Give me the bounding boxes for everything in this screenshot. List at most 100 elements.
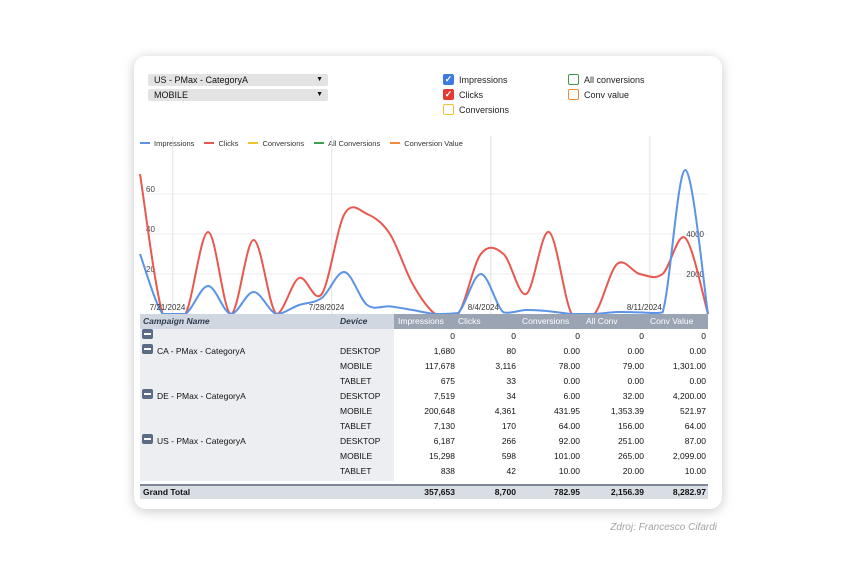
cell-conversions: 0.00 [563,346,580,356]
y-tick-right: 4000 [686,230,704,239]
x-tick-label: 7/21/2024 [150,303,186,312]
cell-device: DESKTOP [340,436,381,446]
table-row: 0 0 0 0 0 [140,329,708,344]
cell-impressions: 7,130 [433,421,455,431]
cell-conv-value: 0.00 [689,376,706,386]
cell-impressions: 675 [440,376,455,386]
cell-campaign: CA - PMax - CategoryA [157,346,246,356]
cell-impressions: 838 [440,466,455,476]
cell-device: DESKTOP [340,346,381,356]
checkbox-unchecked-icon[interactable] [568,89,579,100]
cell-device: TABLET [340,376,372,386]
cell-conversions: 6.00 [563,391,580,401]
cell-clicks: 34 [506,391,516,401]
grand-total-all-conv: 2,156.39 [610,487,644,497]
cell-conversions: 0.00 [563,376,580,386]
x-tick-label: 7/28/2024 [309,303,345,312]
cell-conv-value: 87.00 [684,436,706,446]
grand-total-label: Grand Total [143,487,191,497]
series-impressions-line [139,168,709,316]
table-row: TABLET 7,130 170 64.00 156.00 64.00 [140,419,708,434]
header-conv-value[interactable]: Conv Value [650,314,693,329]
cell-impressions: 1,680 [433,346,455,356]
collapse-icon[interactable] [142,329,153,339]
device-select[interactable]: MOBILE ▼ [148,89,328,101]
cell-device: MOBILE [340,361,373,371]
source-caption: Zdroj: Francesco Cifardi [610,522,717,533]
table-body: 0 0 0 0 0 CA - PMax - CategoryA DESKTOP 1,680 80… [140,329,708,481]
cell-clicks: 598 [501,451,516,461]
series-clicks-line [139,173,709,316]
cell-conversions: 101.00 [554,451,580,461]
toggle-label: Impressions [459,75,508,85]
toggle-label: Conv value [584,90,630,100]
table-row: DE - PMax - CategoryA DESKTOP 7,519 34 6.00 3… [140,389,708,404]
table-header: Campaign Name Device Impressions Clicks … [140,314,708,329]
campaign-select[interactable]: US - PMax - CategoryA ▼ [148,74,328,86]
header-all-conv[interactable]: All Conv [586,314,618,329]
cell-conversions: 64.00 [558,421,580,431]
cell-clicks: 3,116 [495,361,516,371]
cell-conversions: 92.00 [558,436,580,446]
cell-all-conv: 20.00 [622,466,644,476]
cell-clicks: 170 [501,421,516,431]
toggle-label: Clicks [459,90,483,100]
cell-conversions: 78.00 [558,361,580,371]
cell-all-conv: 265.00 [618,451,644,461]
cell-conv-value: 0.00 [689,346,706,356]
cell-conv-value: 10.00 [684,466,706,476]
cell-conv-value: 521.97 [680,406,706,416]
cell-all-conv: 79.00 [622,361,644,371]
checkbox-checked-icon[interactable]: ✓ [443,89,454,100]
cell-conversions: 0 [575,331,580,341]
cell-conv-value: 0 [701,331,706,341]
cell-impressions: 7,519 [433,391,455,401]
collapse-icon[interactable] [142,434,153,444]
checkbox-unchecked-icon[interactable] [443,104,454,115]
report-card: US - PMax - CategoryA ▼ MOBILE ▼ ✓ Impres… [134,56,722,509]
cell-conv-value: 2,099.00 [672,451,706,461]
header-impressions[interactable]: Impressions [398,314,444,329]
cell-campaign: US - PMax - CategoryA [157,436,246,446]
table-row: CA - PMax - CategoryA DESKTOP 1,680 80 0.00 0… [140,344,708,359]
table-row: MOBILE 200,648 4,361 431.95 1,353.39 521.97 [140,404,708,419]
cell-conv-value: 1,301.00 [672,361,706,371]
cell-clicks: 42 [506,466,516,476]
grand-total-conv-value: 8,282.97 [672,487,706,497]
table-row: TABLET 838 42 10.00 20.00 10.00 [140,464,708,479]
collapse-icon[interactable] [142,389,153,399]
cell-device: TABLET [340,421,372,431]
chevron-down-icon: ▼ [316,91,323,98]
cell-clicks: 80 [506,346,516,356]
cell-conv-value: 4,200.00 [672,391,706,401]
table-row: MOBILE 117,678 3,116 78.00 79.00 1,301.00 [140,359,708,374]
cell-impressions: 117,678 [424,361,455,371]
chevron-down-icon: ▼ [316,76,323,83]
grand-total-row: Grand Total 357,653 8,700 782.95 2,156.3… [140,484,708,499]
cell-all-conv: 251.00 [618,436,644,446]
table-row: US - PMax - CategoryA DESKTOP 6,187 266 92.0… [140,434,708,449]
header-campaign-name[interactable]: Campaign Name [143,314,210,329]
checkbox-unchecked-icon[interactable] [568,74,579,85]
cell-all-conv: 1,353.39 [610,406,644,416]
cell-all-conv: 32.00 [622,391,644,401]
header-clicks[interactable]: Clicks [458,314,481,329]
cell-device: MOBILE [340,406,373,416]
table-row: MOBILE 15,298 598 101.00 265.00 2,099.00 [140,449,708,464]
header-device[interactable]: Device [340,314,367,329]
cell-device: MOBILE [340,451,373,461]
cell-device: TABLET [340,466,372,476]
checkbox-checked-icon[interactable]: ✓ [443,74,454,85]
campaign-select-value: US - PMax - CategoryA [154,75,249,85]
toggle-label: All conversions [584,75,645,85]
y-tick-left: 60 [146,185,155,194]
cell-all-conv: 0.00 [627,376,644,386]
line-chart: 204060200040007/21/2024 7/28/2024 8/4/2024… [139,136,709,316]
cell-all-conv: 0 [639,331,644,341]
cell-campaign: DE - PMax - CategoryA [157,391,246,401]
cell-clicks: 4,361 [494,406,516,416]
cell-all-conv: 156.00 [618,421,644,431]
collapse-icon[interactable] [142,344,153,354]
header-conversions[interactable]: Conversions [522,314,569,329]
grand-total-clicks: 8,700 [494,487,516,497]
